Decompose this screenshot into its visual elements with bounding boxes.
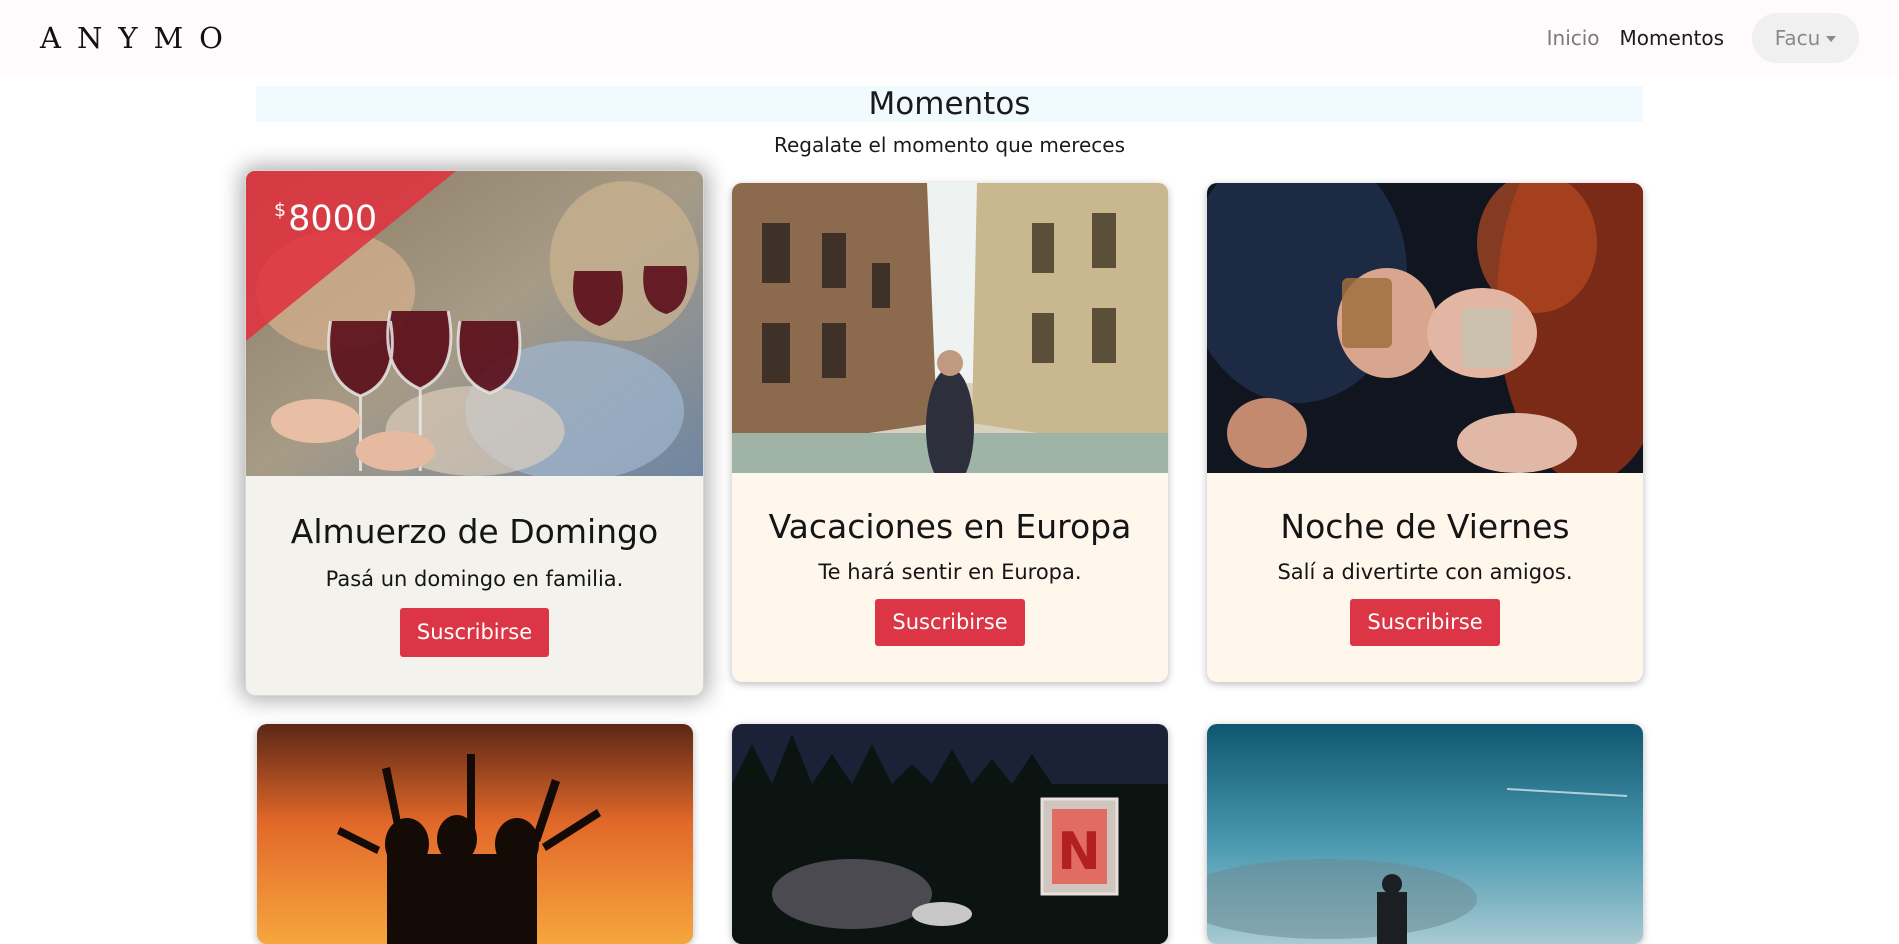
card-text: Salí a divertirte con amigos.: [1277, 560, 1573, 584]
price-label: $8000: [274, 199, 377, 239]
card-image-sunset-party: [257, 724, 693, 944]
nav-link-momentos[interactable]: Momentos: [1620, 26, 1724, 50]
card-almuerzo-de-domingo: $8000 Almuerzo de Domingo Pasá un doming…: [245, 170, 704, 696]
card-sunset-party: [257, 724, 693, 944]
page-subtitle: Regalate el momento que mereces: [773, 133, 1126, 157]
card-body: Vacaciones en Europa Te hará sentir en E…: [732, 473, 1168, 682]
card-title: Almuerzo de Domingo: [290, 512, 659, 551]
card-text: Pasá un domingo en familia.: [325, 567, 624, 591]
card-image-night-drinks: [1207, 183, 1643, 473]
card-title: Noche de Viernes: [1280, 507, 1570, 546]
subscribe-button[interactable]: Suscribirse: [399, 608, 550, 657]
price-currency: $: [274, 199, 287, 221]
caret-down-icon: [1826, 35, 1837, 42]
nav-link-inicio[interactable]: Inicio: [1547, 26, 1600, 50]
card-image-outdoor-cinema: N: [732, 724, 1168, 944]
user-menu-label: Facu: [1774, 25, 1821, 50]
price-value: 8000: [288, 199, 378, 239]
card-vacaciones-en-europa: Vacaciones en Europa Te hará sentir en E…: [732, 183, 1168, 682]
card-image-venice-canal: [732, 183, 1168, 473]
nav-links: Inicio Momentos Facu: [1527, 12, 1859, 63]
card-blue-sky: [1207, 724, 1643, 944]
subscribe-button[interactable]: Suscribirse: [1350, 599, 1500, 646]
page-title: Momentos: [256, 86, 1643, 122]
subscribe-button[interactable]: Suscribirse: [875, 599, 1025, 646]
card-body: Noche de Viernes Salí a divertirte con a…: [1207, 473, 1643, 682]
card-noche-de-viernes: Noche de Viernes Salí a divertirte con a…: [1207, 183, 1643, 682]
card-outdoor-cinema: N: [732, 724, 1168, 944]
brand-logo[interactable]: ANYMO: [40, 21, 239, 55]
card-title: Vacaciones en Europa: [768, 507, 1132, 546]
user-menu-dropdown[interactable]: Facu: [1752, 12, 1859, 63]
card-body: Almuerzo de Domingo Pasá un domingo en f…: [246, 476, 703, 695]
svg-text:N: N: [1057, 822, 1101, 882]
card-text: Te hará sentir en Europa.: [818, 560, 1082, 584]
navbar: ANYMO Inicio Momentos Facu: [0, 0, 1899, 75]
card-image-blue-sky: [1207, 724, 1643, 944]
price-ribbon: [246, 171, 456, 341]
